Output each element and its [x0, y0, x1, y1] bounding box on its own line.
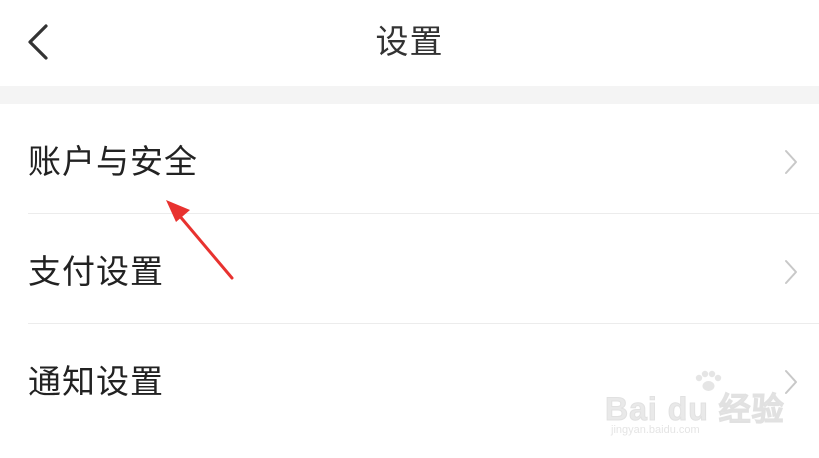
settings-item-notifications[interactable]: 通知设置 [0, 324, 819, 434]
settings-item-account-security[interactable]: 账户与安全 [0, 104, 819, 214]
chevron-right-icon [785, 260, 797, 284]
settings-screen: 设置 账户与安全 支付设置 通知设置 Bai du 经验 jingyan.bai… [0, 0, 819, 458]
settings-list: 账户与安全 支付设置 通知设置 [0, 104, 819, 434]
page-title: 设置 [375, 22, 444, 61]
section-separator [0, 86, 819, 104]
settings-item-label: 通知设置 [28, 362, 164, 401]
settings-item-payment[interactable]: 支付设置 [0, 214, 819, 324]
settings-item-label: 账户与安全 [28, 142, 198, 181]
nav-bar: 设置 [0, 0, 819, 86]
chevron-right-icon [785, 150, 797, 174]
settings-item-label: 支付设置 [28, 252, 164, 291]
chevron-right-icon [785, 370, 797, 394]
